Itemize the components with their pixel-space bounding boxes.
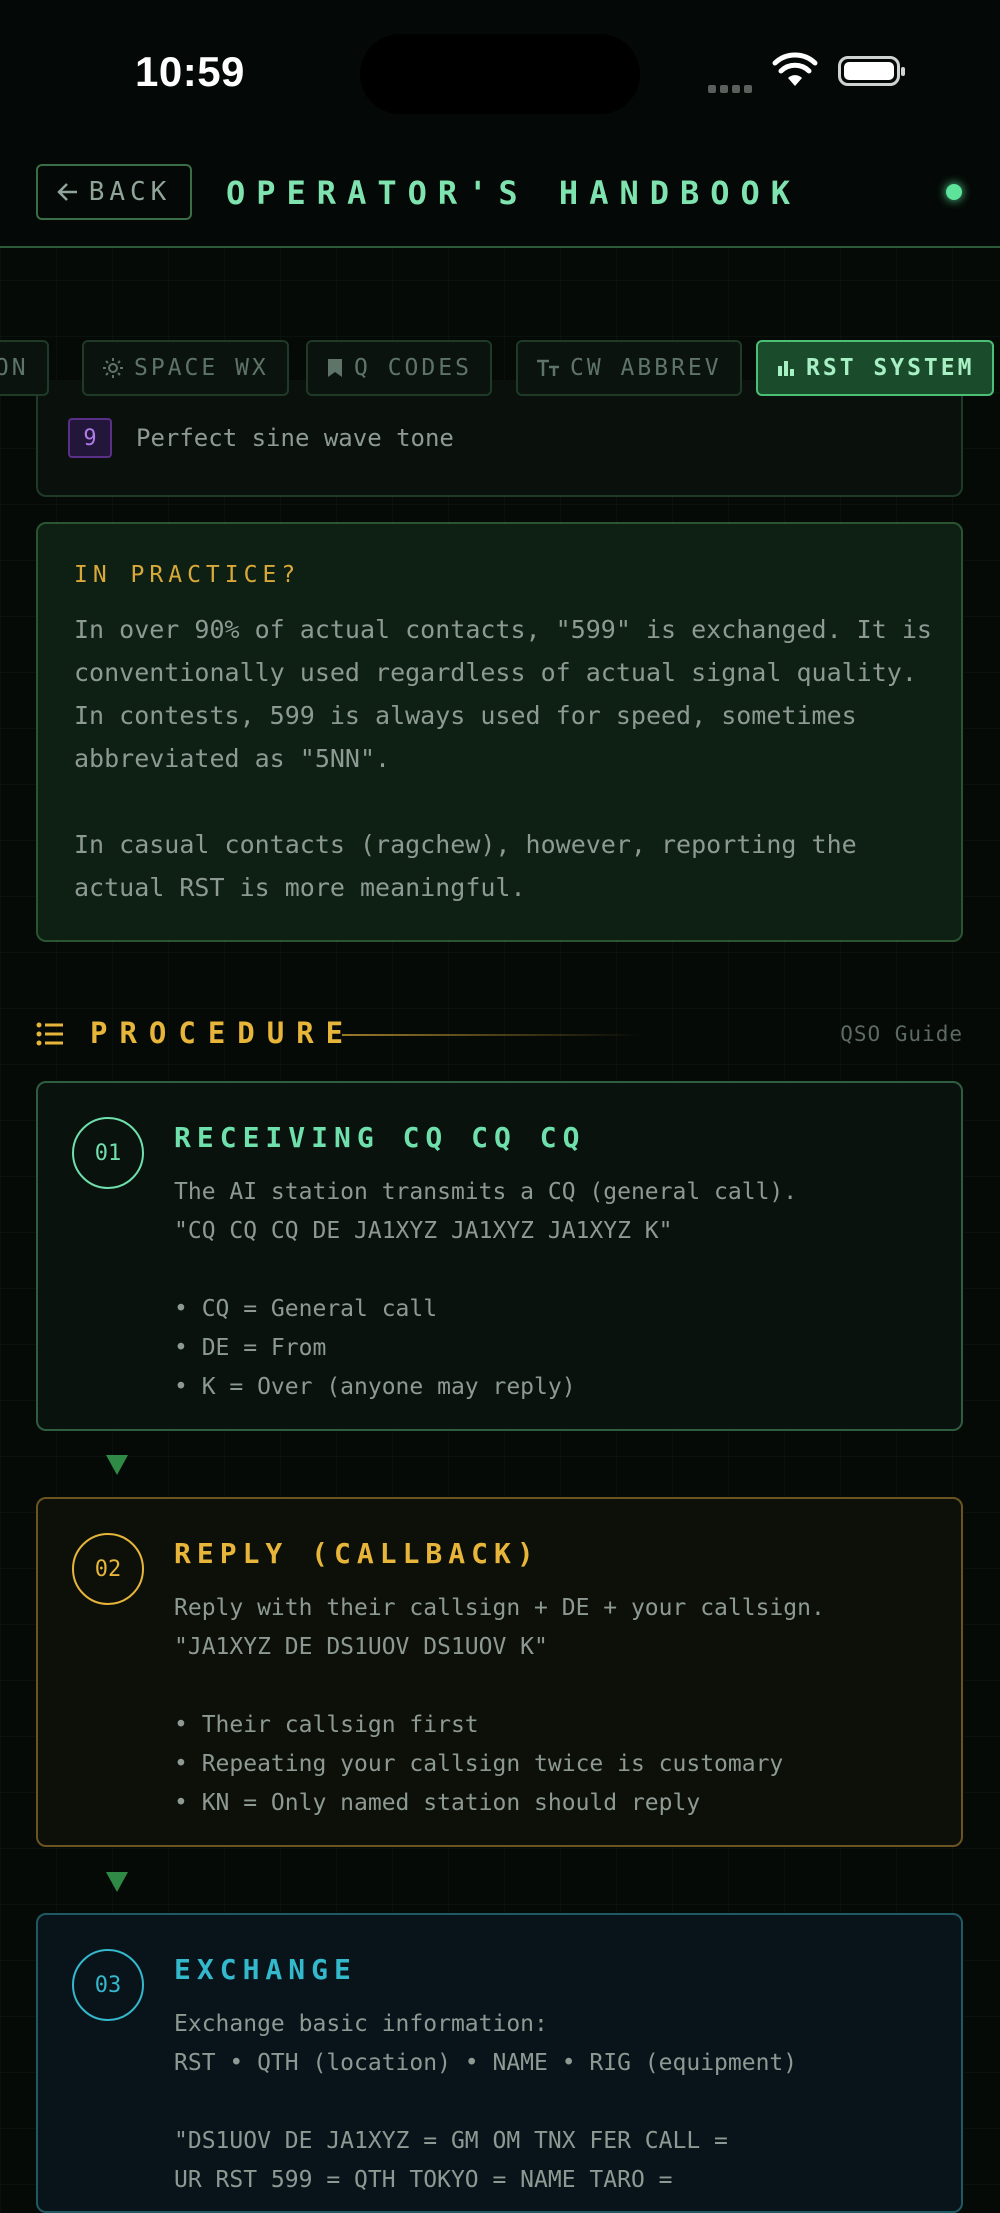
in-practice-card: IN PRACTICE? In over 90% of actual conta…: [36, 522, 963, 942]
step-number-badge: 03: [72, 1949, 144, 2021]
tab-space-wx[interactable]: SPACE WX: [82, 340, 289, 396]
cellular-signal-icon: [708, 78, 756, 97]
tab-label: SPACE WX: [134, 355, 269, 381]
step-body: Exchange basic information: RST • QTH (l…: [174, 2011, 798, 2193]
page-title: OPERATOR'S HANDBOOK: [226, 174, 802, 212]
sun-icon: [103, 358, 123, 378]
step-body: Reply with their callsign + DE + your ca…: [174, 1595, 825, 1816]
step-title: REPLY (CALLBACK): [174, 1537, 540, 1570]
step-body: The AI station transmits a CQ (general c…: [174, 1179, 798, 1400]
tab-label: RST SYSTEM: [806, 355, 975, 381]
back-button-label: BACK: [88, 177, 172, 207]
step-title: RECEIVING CQ CQ CQ: [174, 1121, 586, 1154]
step-title: EXCHANGE: [174, 1953, 357, 1986]
step-number-badge: 02: [72, 1533, 144, 1605]
battery-icon: [838, 56, 905, 86]
wifi-icon: [772, 52, 818, 86]
step-connector-arrow: [106, 1872, 128, 1892]
section-subtitle: QSO Guide: [840, 1022, 963, 1046]
rst-scale-card: 9 Perfect sine wave tone: [36, 380, 963, 497]
back-button[interactable]: BACK: [36, 164, 192, 220]
procedure-section-header: PROCEDURE QSO Guide: [36, 1010, 963, 1060]
list-icon: [36, 1022, 63, 1046]
in-practice-title: IN PRACTICE?: [74, 562, 301, 588]
scale-description: Perfect sine wave tone: [136, 424, 454, 452]
step-number-badge: 01: [72, 1117, 144, 1189]
tab-label: CW ABBREV: [570, 355, 722, 381]
step-connector-arrow: [106, 1455, 128, 1475]
in-practice-paragraph: In casual contacts (ragchew), however, r…: [74, 830, 857, 902]
category-tabs: ION SPACE WX Q CODES CW ABBREV RST SYSTE…: [0, 340, 1000, 396]
procedure-step-card: 01 RECEIVING CQ CQ CQ The AI station tra…: [36, 1081, 963, 1431]
scale-number-badge: 9: [68, 418, 112, 458]
tab-label: Q CODES: [354, 355, 472, 381]
app-header: BACK OPERATOR'S HANDBOOK: [0, 140, 1000, 248]
in-practice-body: In over 90% of actual contacts, "599" is…: [74, 608, 934, 952]
status-bar: 10:59: [0, 0, 1000, 140]
tab-label: ION: [0, 355, 29, 381]
status-time: 10:59: [135, 48, 245, 95]
section-divider: [342, 1034, 642, 1036]
bar-chart-icon: [778, 361, 794, 376]
section-title: PROCEDURE: [90, 1016, 356, 1050]
dynamic-island: [360, 34, 640, 114]
tab-rst-system[interactable]: RST SYSTEM: [756, 340, 995, 396]
procedure-step-card: 03 EXCHANGE Exchange basic information: …: [36, 1913, 963, 2213]
arrow-left-icon: [56, 183, 77, 201]
text-size-icon: [537, 359, 559, 376]
bookmark-icon: [328, 359, 342, 377]
tab-ion[interactable]: ION: [0, 340, 49, 396]
procedure-step-card: 02 REPLY (CALLBACK) Reply with their cal…: [36, 1497, 963, 1847]
tab-q-codes[interactable]: Q CODES: [306, 340, 492, 396]
tab-cw-abbrev[interactable]: CW ABBREV: [516, 340, 742, 396]
in-practice-paragraph: In over 90% of actual contacts, "599" is…: [74, 615, 932, 773]
status-indicator-dot: [946, 184, 962, 200]
